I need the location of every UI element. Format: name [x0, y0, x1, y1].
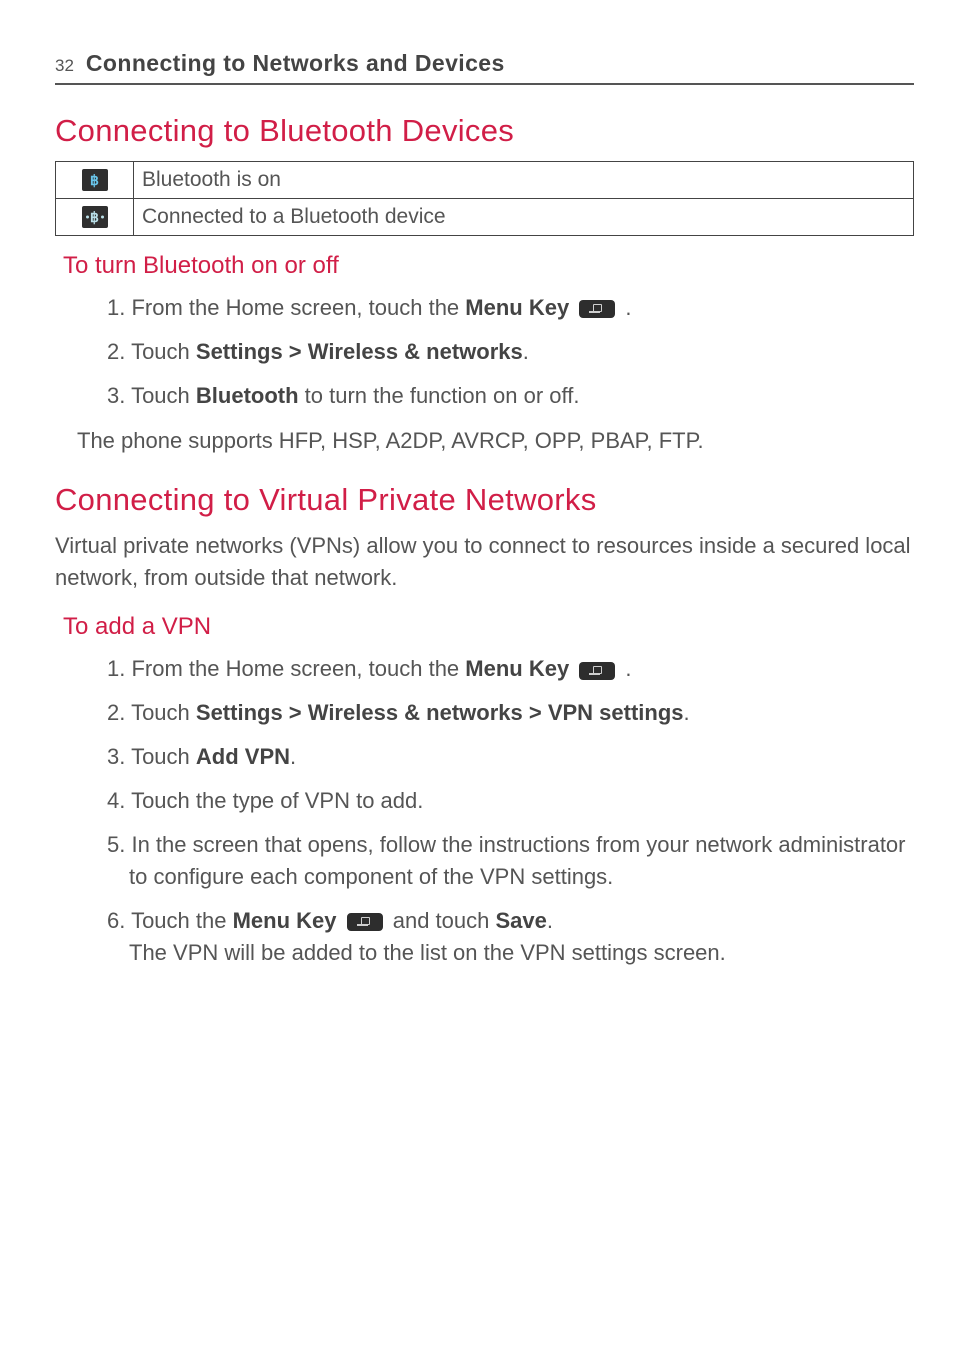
menu-key-icon: [347, 913, 383, 931]
bluetooth-connected-icon: ฿: [82, 206, 108, 228]
bluetooth-label: Bluetooth: [196, 383, 299, 408]
list-item: 5. In the screen that opens, follow the …: [107, 829, 914, 893]
menu-key-label: Menu Key: [465, 295, 575, 320]
step-text: 3. Touch: [107, 383, 196, 408]
chapter-title: Connecting to Networks and Devices: [86, 50, 505, 77]
list-item: 6. Touch the Menu Key and touch Save. Th…: [107, 905, 914, 969]
vpn-intro-text: Virtual private networks (VPNs) allow yo…: [55, 530, 914, 594]
menu-key-icon: [579, 300, 615, 318]
step-text: .: [684, 700, 690, 725]
supported-profiles-text: The phone supports HFP, HSP, A2DP, AVRCP…: [77, 428, 914, 454]
step-text: to turn the function on or off.: [299, 383, 580, 408]
list-item: 1. From the Home screen, touch the Menu …: [107, 292, 914, 324]
bluetooth-status-table: ฿ Bluetooth is on ฿ Connected to a Bluet…: [55, 161, 914, 236]
menu-key-icon: [579, 662, 615, 680]
table-cell: Bluetooth is on: [134, 162, 914, 199]
settings-path-label: Settings > Wireless & networks: [196, 339, 523, 364]
bluetooth-steps: 1. From the Home screen, touch the Menu …: [107, 292, 914, 412]
menu-key-label: Menu Key: [465, 656, 575, 681]
list-item: 3. Touch Bluetooth to turn the function …: [107, 380, 914, 412]
table-row: ฿ Bluetooth is on: [56, 162, 914, 199]
bluetooth-on-icon: ฿: [82, 169, 108, 191]
step-text: .: [290, 744, 296, 769]
step-text: 2. Touch: [107, 339, 196, 364]
subhead-turn-bluetooth: To turn Bluetooth on or off: [63, 252, 914, 280]
list-item: 3. Touch Add VPN.: [107, 741, 914, 773]
list-item: 2. Touch Settings > Wireless & networks …: [107, 697, 914, 729]
table-row: ฿ Connected to a Bluetooth device: [56, 199, 914, 236]
icon-cell-bluetooth-connected: ฿: [56, 199, 134, 236]
page-number: 32: [55, 56, 74, 76]
step-text: .: [523, 339, 529, 364]
section-title-vpn: Connecting to Virtual Private Networks: [55, 482, 914, 518]
step-text: .: [547, 908, 553, 933]
manual-page: 32 Connecting to Networks and Devices Co…: [0, 0, 954, 1035]
step-text: .: [619, 656, 631, 681]
step-text: 1. From the Home screen, touch the: [107, 295, 465, 320]
icon-cell-bluetooth-on: ฿: [56, 162, 134, 199]
step-text: 4. Touch the type of VPN to add.: [107, 788, 423, 813]
menu-key-label: Menu Key: [233, 908, 343, 933]
save-label: Save: [495, 908, 546, 933]
step-text: 2. Touch: [107, 700, 196, 725]
add-vpn-label: Add VPN: [196, 744, 290, 769]
step-text: .: [619, 295, 631, 320]
subhead-add-vpn: To add a VPN: [63, 613, 914, 641]
page-header: 32 Connecting to Networks and Devices: [55, 50, 914, 85]
step-text: 6. Touch the: [107, 908, 233, 933]
step-text: 5. In the screen that opens, follow the …: [107, 832, 906, 889]
step-text: and touch: [387, 908, 496, 933]
step-text: 3. Touch: [107, 744, 196, 769]
bluetooth-on-label: Bluetooth is on: [142, 168, 281, 191]
list-item: 1. From the Home screen, touch the Menu …: [107, 653, 914, 685]
settings-path-label: Settings > Wireless & networks > VPN set…: [196, 700, 684, 725]
step-text: 1. From the Home screen, touch the: [107, 656, 465, 681]
step-continuation-text: The VPN will be added to the list on the…: [129, 937, 914, 969]
bluetooth-connected-label: Connected to a Bluetooth device: [142, 205, 446, 228]
section-title-bluetooth: Connecting to Bluetooth Devices: [55, 113, 914, 149]
list-item: 4. Touch the type of VPN to add.: [107, 785, 914, 817]
vpn-steps: 1. From the Home screen, touch the Menu …: [107, 653, 914, 968]
table-cell: Connected to a Bluetooth device: [134, 199, 914, 236]
list-item: 2. Touch Settings > Wireless & networks.: [107, 336, 914, 368]
